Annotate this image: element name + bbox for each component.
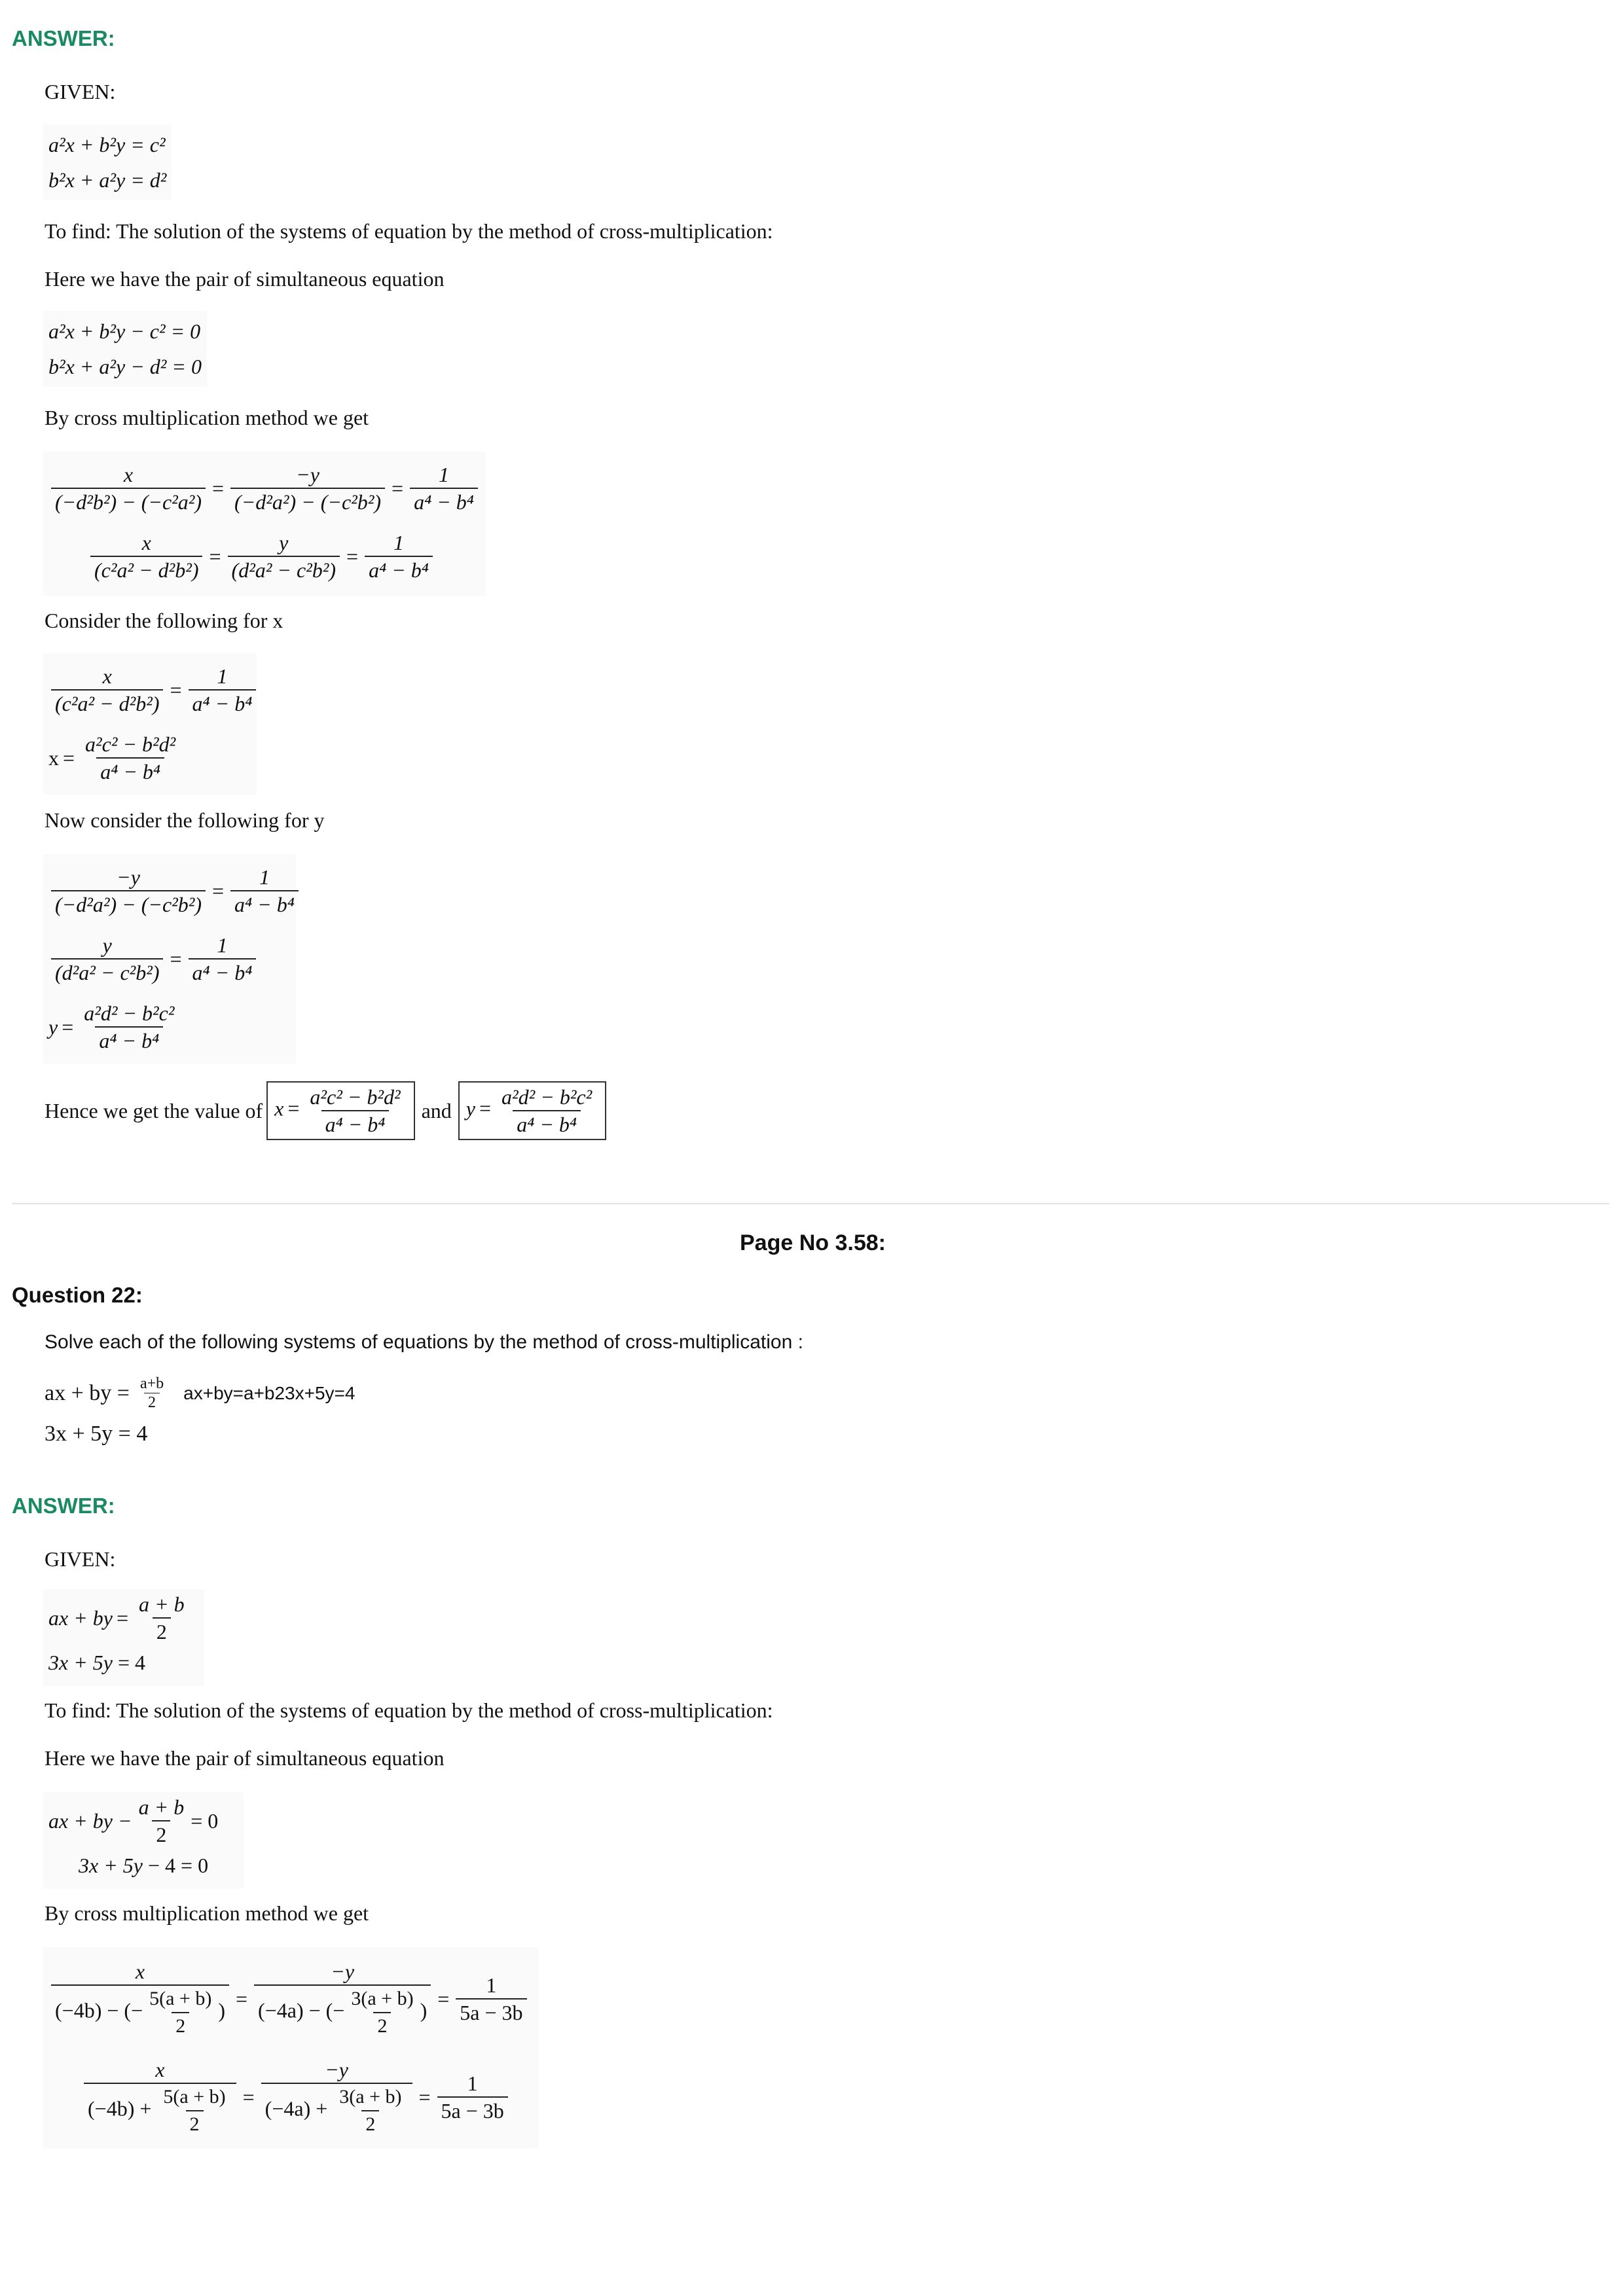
simultaneous-equations: a²x + b²y − c² = 0 b²x + a²y − d² = 0 <box>43 311 207 387</box>
given-label-2: GIVEN: <box>45 1547 116 1571</box>
section-divider <box>12 1203 1609 1204</box>
question-text: Solve each of the following systems of e… <box>45 1331 803 1353</box>
here-text-2: Here we have the pair of simultaneous eq… <box>45 1746 445 1770</box>
y-result-box: y = a²d² − b²c² a⁴ − b⁴ <box>458 1081 607 1140</box>
given-equations-2: ax + by = a + b2 3x + 5y = 4 <box>43 1589 204 1686</box>
x-result-box: x = a²c² − b²d² a⁴ − b⁴ <box>266 1081 415 1140</box>
hence-prefix: Hence we get the value of <box>45 1098 263 1122</box>
hence-line: Hence we get the value of x = a²c² − b²d² a… <box>45 1081 607 1140</box>
cross-mult-equations: x (−d²b²) − (−c²a²) = −y (−d²a²) − (−c²b²)… <box>43 452 486 596</box>
cross-mult-text: By cross multiplication method we get <box>45 406 369 429</box>
x-derivation: x (c²a² − d²b²) = 1 a⁴ − b⁴ x = a²c² − b²d²… <box>43 653 257 795</box>
given-label: GIVEN: <box>45 80 116 103</box>
hence-and: and <box>421 1098 452 1122</box>
simultaneous-equations-2: ax + by − a + b2 = 0 3x + 5y − 4 = 0 <box>43 1792 244 1889</box>
answer-heading-2: ANSWER: <box>12 1494 115 1518</box>
given-equations: a²x + b²y = c² b²x + a²y = d² <box>43 124 172 200</box>
question-title: Question 22: <box>12 1283 143 1307</box>
sim-eq-1: a²x + b²y − c² = 0 <box>48 319 201 343</box>
consider-y-text: Now consider the following for y <box>45 808 325 832</box>
given-eq-2: b²x + a²y = d² <box>48 168 167 192</box>
question-eq-2: 3x + 5y = 4 <box>45 1422 148 1446</box>
page-number-label: Page No 3.58: <box>740 1230 886 1255</box>
question-eq-1-left: ax + by = <box>45 1380 130 1405</box>
to-find-text: To find: The solution of the systems of … <box>45 219 773 243</box>
question-eq-1-den: 2 <box>144 1393 160 1412</box>
sim-eq-2: b²x + a²y − d² = 0 <box>48 355 202 378</box>
to-find-text-2: To find: The solution of the systems of … <box>45 1698 773 1722</box>
cross-mult-text-2: By cross multiplication method we get <box>45 1901 369 1925</box>
cross-mult-equations-2: x (−4b) − (− 5(a + b) 2) = −y (−4a) − (− 3(a … <box>43 1947 538 2149</box>
consider-x-text: Consider the following for x <box>45 609 283 632</box>
here-text: Here we have the pair of simultaneous eq… <box>45 267 445 291</box>
answer-heading: ANSWER: <box>12 26 115 50</box>
question-eq-alt-text: ax+by=a+b23x+5y=4 <box>183 1382 356 1403</box>
given-eq-1: a²x + b²y = c² <box>48 133 166 156</box>
question-eq-1: ax + by = a+b 2 ax+by=a+b23x+5y=4 <box>45 1374 355 1412</box>
question-eq-1-num: a+b <box>139 1375 164 1392</box>
y-derivation: −y (−d²a²) − (−c²b²) = 1 a⁴ − b⁴ y (d²a² − … <box>43 854 299 1064</box>
